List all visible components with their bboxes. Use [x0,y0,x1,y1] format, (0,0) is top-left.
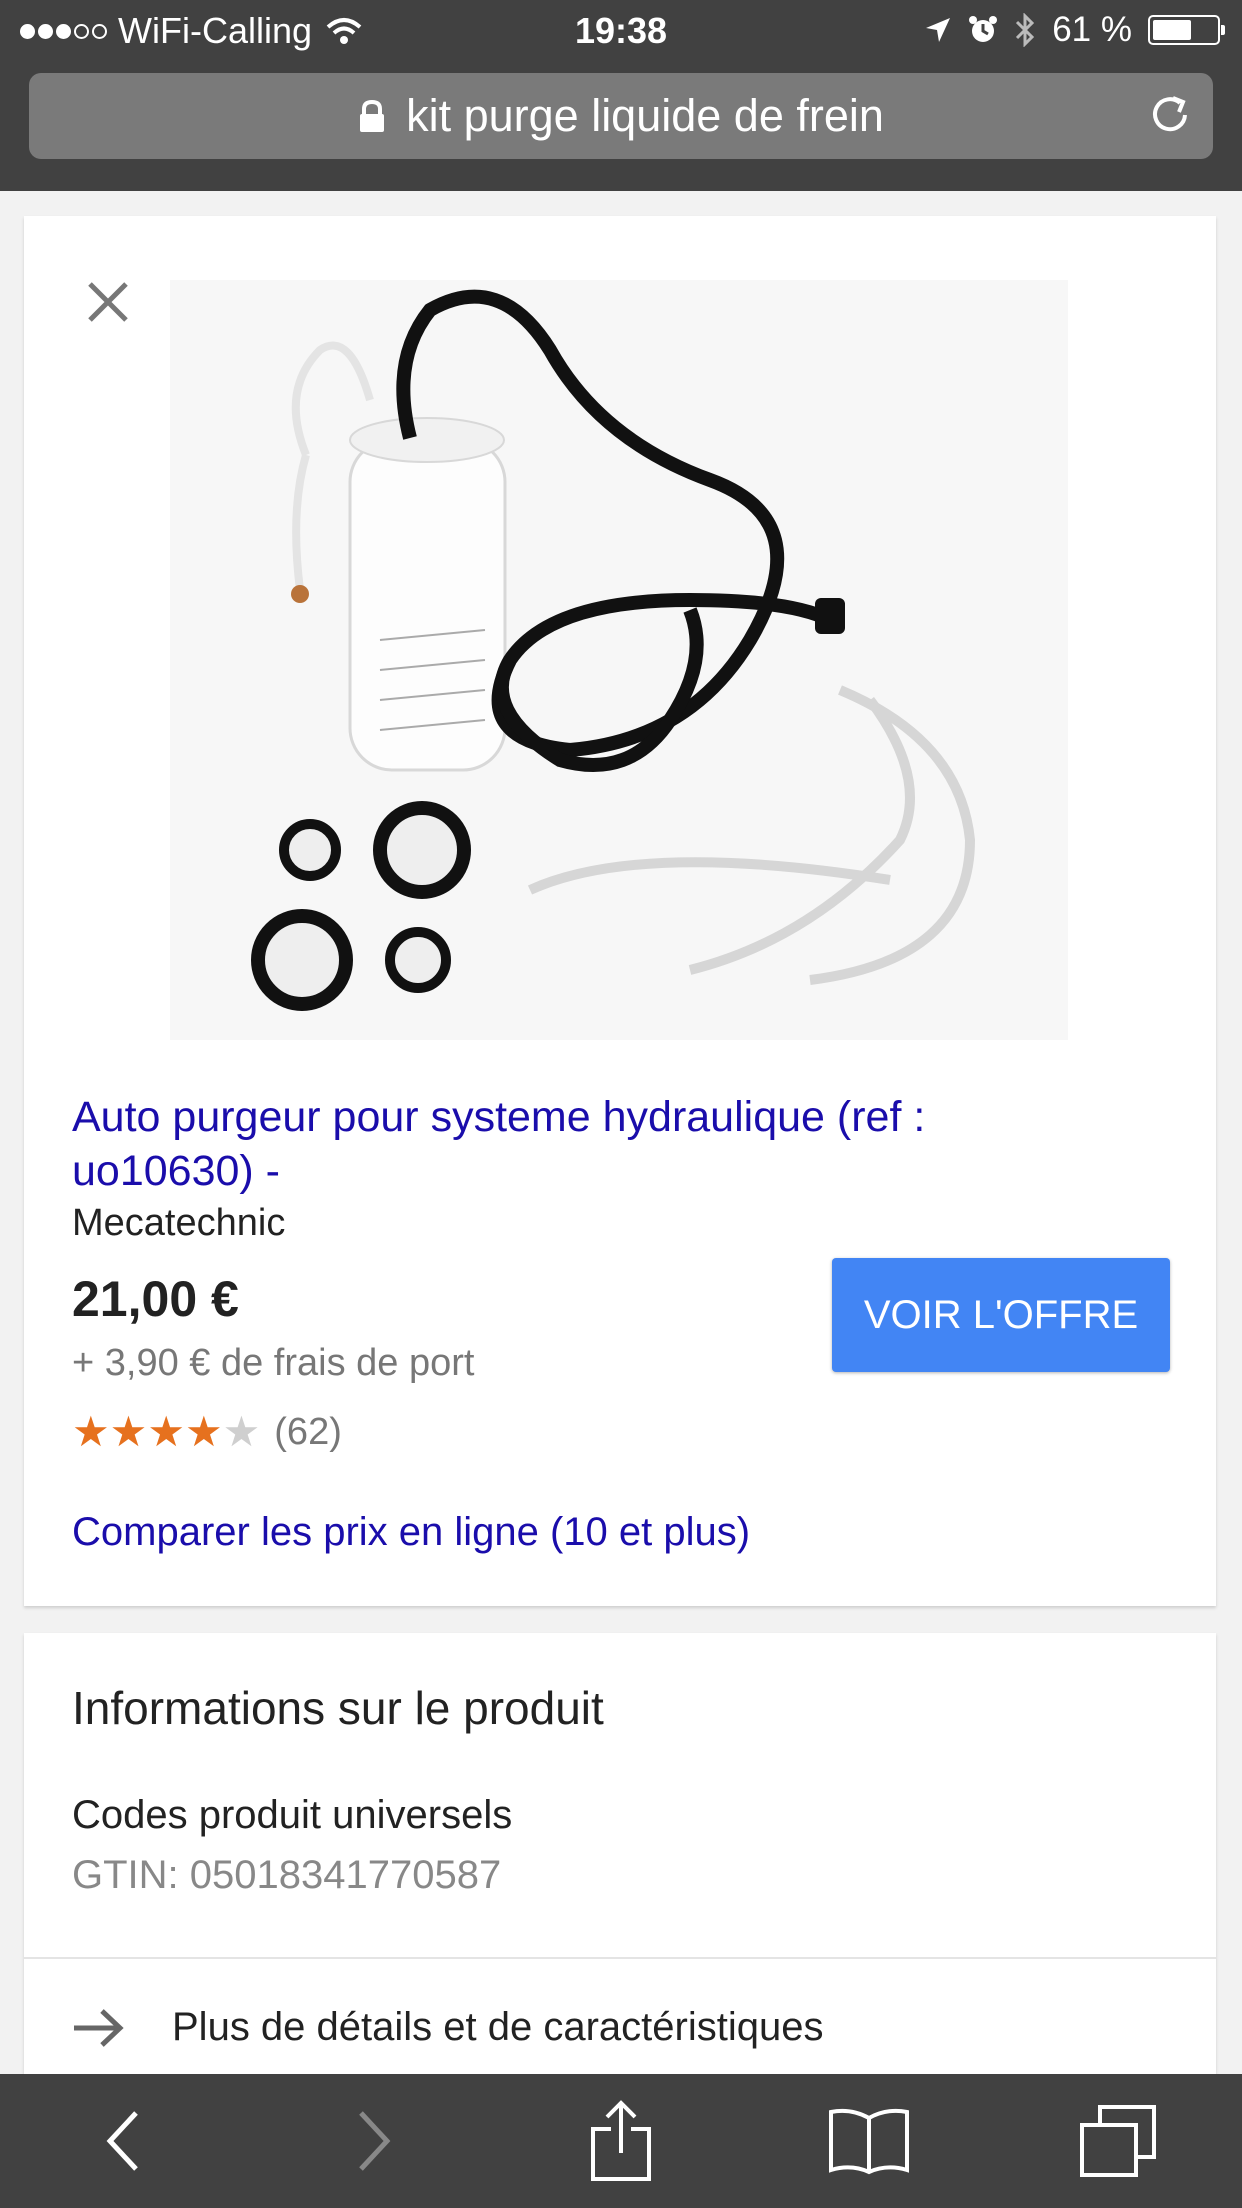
tabs-button[interactable] [1063,2086,1173,2196]
shipping-cost: + 3,90 € de frais de port [72,1342,475,1384]
back-button[interactable] [69,2086,179,2196]
arrow-right-icon [74,2008,124,2047]
status-bar: WiFi-Calling 19:38 61 % [0,0,1242,62]
forward-button[interactable] [318,2086,428,2196]
bookmarks-icon [829,2108,910,2175]
battery-percent: 61 % [1052,10,1132,49]
url-text: kit purge liquide de frein [406,90,884,141]
browser-chrome: WiFi-Calling 19:38 61 % kit purge liquid… [0,0,1242,191]
tabs-icon [1079,2105,1156,2177]
merchant-name: Mecatechnic [72,1202,286,1244]
alarm-icon [969,16,998,42]
star-icon: ★ [184,1408,223,1455]
status-right: 61 % [908,10,1225,50]
view-offer-button[interactable]: VOIR L'OFFRE [832,1258,1170,1372]
back-icon [106,2111,139,2171]
gtin-value: GTIN: 05018341770587 [72,1853,502,1897]
share-icon [590,2100,651,2181]
bluetooth-icon [1016,13,1035,47]
product-image[interactable] [170,280,1068,1040]
compare-prices-link[interactable]: Comparer les prix en ligne (10 et plus) [72,1510,750,1555]
url-bar[interactable]: kit purge liquide de frein [29,73,1213,159]
location-icon [926,18,951,42]
lock-icon [360,99,385,132]
star-icon: ★ [147,1408,185,1455]
info-title: Informations sur le produit [72,1682,604,1734]
rating: ★ ★ ★ ★ ★ (62) [72,1410,342,1454]
forward-icon [358,2111,390,2171]
divider [24,1957,1216,1959]
star-icon: ★ [222,1408,261,1455]
product-price: 21,00 € [72,1271,239,1327]
more-details-link[interactable]: Plus de détails et de caractéristiques [72,2005,823,2050]
bookmarks-button[interactable] [814,2086,924,2196]
codes-label: Codes produit universels [72,1793,513,1837]
product-title[interactable]: Auto purgeur pour systeme hydraulique (r… [72,1090,1092,1198]
star-icon: ★ [109,1408,148,1455]
product-card: Auto purgeur pour systeme hydraulique (r… [24,216,1216,1606]
review-count: (62) [274,1410,342,1453]
share-button[interactable] [566,2086,676,2196]
browser-toolbar [0,2074,1242,2208]
battery-icon [1148,15,1225,45]
rating-stars: ★ ★ ★ ★ ★ [72,1410,260,1454]
star-icon: ★ [72,1408,110,1455]
battery-fill [1153,20,1191,40]
page: WiFi-Calling 19:38 61 % kit purge liquid… [0,0,1242,2208]
close-icon[interactable] [84,278,132,326]
more-details-label: Plus de détails et de caractéristiques [172,2005,824,2049]
reload-icon[interactable] [1147,92,1193,138]
